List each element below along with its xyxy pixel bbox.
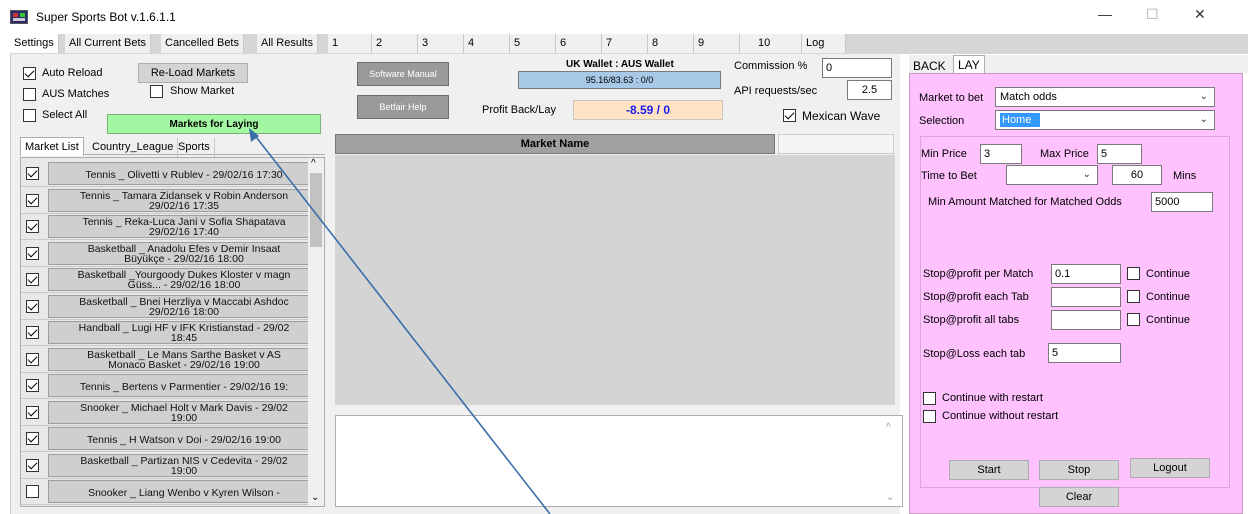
annotation-arrow xyxy=(249,128,551,514)
